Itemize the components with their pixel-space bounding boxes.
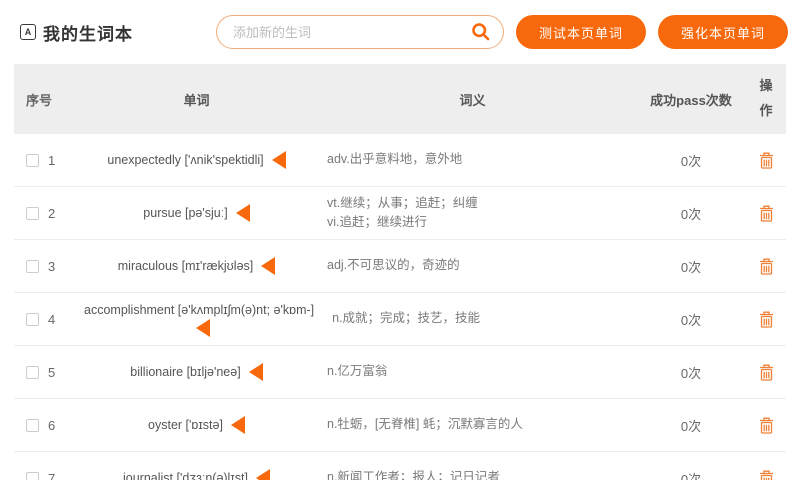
col-header-meaning: 词义 [309,90,636,109]
word-meaning: n.亿万富翁 [327,364,387,378]
search-icon [471,22,491,42]
table-row: 3 miraculous [mɪ'rækjʊləs] adj.不可思议的，奇迹的… [14,240,786,293]
reinforce-page-words-button[interactable]: 强化本页单词 [658,15,788,49]
word-meaning: n.新闻工作者；报人；记日记者 [327,470,500,480]
row-index: 2 [48,206,55,221]
pass-count: 0次 [636,363,746,382]
word-text: journalist ['dʒɜːn(ə)lɪst] [123,471,248,480]
pronounce-icon[interactable] [231,416,245,434]
col-header-pass: 成功pass次数 [636,90,746,109]
word-text: oyster ['ɒɪstə] [148,418,223,432]
table-row: 6 oyster ['ɒɪstə] n.牡蛎，[无脊椎] 蚝；沉默寡言的人 0次 [14,399,786,452]
delete-word-button[interactable] [758,363,775,382]
word-meaning: n.牡蛎，[无脊椎] 蚝；沉默寡言的人 [327,417,523,431]
pronounce-icon[interactable] [272,151,286,169]
row-index: 3 [48,259,55,274]
pass-count: 0次 [636,257,746,276]
word-meaning: adj.不可思议的，奇迹的 [327,258,460,272]
pass-count: 0次 [636,310,746,329]
test-page-words-button[interactable]: 测试本页单词 [516,15,646,49]
table-row: 5 billionaire [bɪljə'neə] n.亿万富翁 0次 [14,346,786,399]
delete-word-button[interactable] [758,310,775,329]
wordbook-icon: A [20,24,36,40]
row-checkbox[interactable] [26,472,39,480]
page-title-group: A 我的生词本 [20,20,133,45]
trash-icon [758,363,775,382]
delete-word-button[interactable] [758,204,775,223]
word-text: unexpectedly ['ʌnik'spektidli] [107,153,263,167]
row-index: 6 [48,418,55,433]
row-index: 5 [48,365,55,380]
vocabulary-table: 序号 单词 词义 成功pass次数 操作 1 unexpectedly ['ʌn… [14,64,786,480]
delete-word-button[interactable] [758,416,775,435]
pronounce-icon[interactable] [236,204,250,222]
pronounce-icon[interactable] [249,363,263,381]
word-text: miraculous [mɪ'rækjʊləs] [118,259,254,273]
row-index: 1 [48,153,55,168]
row-checkbox[interactable] [26,419,39,432]
pass-count: 0次 [636,469,746,480]
word-meaning: vt.继续；从事；追赶；纠缠 vi.追赶；继续进行 [327,196,478,229]
table-row: 1 unexpectedly ['ʌnik'spektidli] adv.出乎意… [14,134,786,187]
trash-icon [758,469,775,480]
add-word-input[interactable] [216,15,504,49]
word-text: accomplishment [ə'kʌmplɪʃm(ə)nt; ə'kɒm-] [84,303,314,317]
add-word-search-box [216,15,504,49]
row-checkbox[interactable] [26,207,39,220]
search-button[interactable] [471,22,491,42]
pronounce-icon[interactable] [261,257,275,275]
row-checkbox[interactable] [26,313,39,326]
trash-icon [758,310,775,329]
table-row: 7 journalist ['dʒɜːn(ə)lɪst] n.新闻工作者；报人；… [14,452,786,480]
row-index: 4 [48,312,55,327]
row-checkbox[interactable] [26,366,39,379]
col-header-word: 单词 [84,90,309,109]
trash-icon [758,416,775,435]
word-text: pursue [pə'sjuː] [143,206,227,220]
table-row: 2 pursue [pə'sjuː] vt.继续；从事；追赶；纠缠 vi.追赶；… [14,187,786,240]
table-header-row: 序号 单词 词义 成功pass次数 操作 [14,64,786,134]
row-index: 7 [48,471,55,480]
word-meaning: n.成就；完成；技艺，技能 [332,311,480,325]
pass-count: 0次 [636,151,746,170]
delete-word-button[interactable] [758,469,775,480]
word-text: billionaire [bɪljə'neə] [130,365,240,379]
pronounce-icon[interactable] [196,319,210,337]
word-meaning: adv.出乎意料地，意外地 [327,152,462,166]
top-bar: A 我的生词本 测试本页单词 强化本页单词 [0,0,800,64]
trash-icon [758,151,775,170]
pass-count: 0次 [636,416,746,435]
col-header-action: 操作 [746,74,786,123]
delete-word-button[interactable] [758,151,775,170]
row-checkbox[interactable] [26,260,39,273]
col-header-index: 序号 [14,90,84,109]
row-checkbox[interactable] [26,154,39,167]
page-title: 我的生词本 [43,20,133,45]
table-row: 4 accomplishment [ə'kʌmplɪʃm(ə)nt; ə'kɒm… [14,293,786,346]
trash-icon [758,204,775,223]
trash-icon [758,257,775,276]
pass-count: 0次 [636,204,746,223]
pronounce-icon[interactable] [256,469,270,480]
delete-word-button[interactable] [758,257,775,276]
